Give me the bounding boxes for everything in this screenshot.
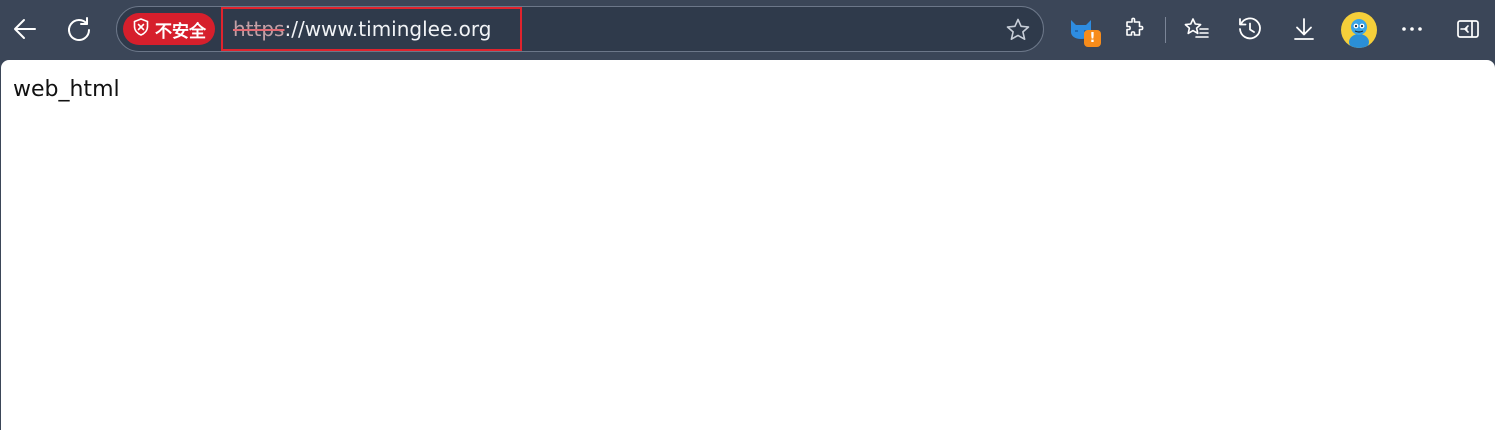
address-bar[interactable]: 不安全 https://www.timinglee.org bbox=[116, 6, 1044, 52]
sidebar-toggle-button[interactable] bbox=[1449, 10, 1487, 48]
star-icon bbox=[1005, 18, 1031, 47]
refresh-button[interactable] bbox=[60, 10, 98, 48]
browser-toolbar: 不安全 https://www.timinglee.org ! bbox=[0, 0, 1495, 60]
page-content: web_html bbox=[1, 60, 1495, 430]
favorites-list-icon bbox=[1183, 15, 1211, 43]
extension-warning-badge: ! bbox=[1084, 30, 1101, 47]
security-label: 不安全 bbox=[155, 21, 206, 42]
favorites-button[interactable] bbox=[1178, 10, 1216, 48]
more-dots-icon bbox=[1400, 17, 1424, 41]
puzzle-icon bbox=[1122, 16, 1148, 42]
download-icon bbox=[1290, 15, 1318, 43]
extensions-button[interactable] bbox=[1116, 10, 1154, 48]
history-button[interactable] bbox=[1231, 10, 1269, 48]
url-host: ://www.timinglee.org bbox=[284, 17, 492, 41]
back-button[interactable] bbox=[6, 10, 44, 48]
back-arrow-icon bbox=[11, 15, 39, 43]
profile-avatar[interactable] bbox=[1341, 12, 1377, 48]
settings-more-button[interactable] bbox=[1393, 10, 1431, 48]
toolbar-divider bbox=[1165, 17, 1166, 43]
url-text[interactable]: https://www.timinglee.org bbox=[221, 7, 522, 51]
add-favorite-button[interactable] bbox=[1005, 17, 1031, 47]
extension-button[interactable]: ! bbox=[1065, 11, 1105, 51]
history-icon bbox=[1236, 15, 1264, 43]
security-badge[interactable]: 不安全 bbox=[123, 13, 215, 45]
downloads-button[interactable] bbox=[1285, 10, 1323, 48]
refresh-icon bbox=[65, 15, 93, 43]
sidebar-toggle-icon bbox=[1455, 16, 1481, 42]
url-protocol: https bbox=[233, 17, 285, 41]
shield-icon bbox=[133, 17, 149, 41]
avatar-character-icon bbox=[1349, 19, 1369, 48]
page-body-text: web_html bbox=[13, 77, 120, 102]
